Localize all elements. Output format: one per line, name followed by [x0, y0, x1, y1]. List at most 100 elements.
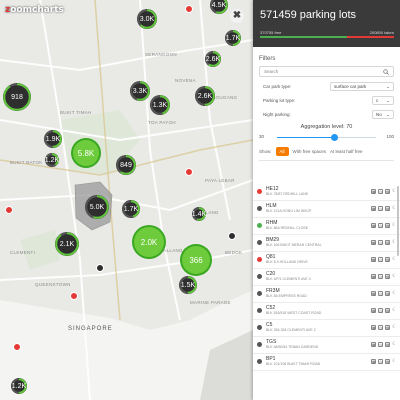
cluster-count: 1.2K	[11, 382, 27, 390]
map-district-label: QUEENSTOWN	[35, 282, 71, 287]
car-park-address: BLK 48/50/54 TEBAN GARDENS	[266, 345, 319, 349]
map-cluster[interactable]: 1.3K	[150, 95, 170, 115]
list-item[interactable]: TGS BLK 48/50/54 TEBAN GARDENS ▦ ◷ ▤ ☾	[253, 337, 400, 354]
map-pin-full[interactable]	[70, 292, 78, 300]
status-dot	[257, 257, 262, 262]
gantry-icon: ▦	[371, 223, 376, 228]
night-parking-select[interactable]: No ⌄	[372, 110, 394, 119]
cluster-count: 5.8K	[77, 148, 95, 158]
list-item-text: C5 BLK 326-334 CLEMENTI AVE 2	[266, 322, 371, 332]
map-cluster[interactable]: 918	[3, 83, 31, 111]
map-pin[interactable]	[228, 232, 236, 240]
map-cluster[interactable]: 3.0K	[137, 9, 157, 29]
list-item-text: FR3M BLK 8A EMPRESS ROAD	[266, 288, 371, 298]
cluster-count: 849	[120, 161, 132, 169]
status-dot	[257, 240, 262, 245]
map-cluster[interactable]: 4.5K	[210, 0, 228, 14]
map-cluster[interactable]: 366	[182, 246, 210, 274]
show-all-button[interactable]: All	[275, 147, 289, 156]
map-cluster[interactable]: 1.9K	[44, 130, 62, 148]
map-district-label: CLEMENTI	[10, 250, 36, 255]
feature-icons: ▦ ◷ ▤ ☾	[371, 274, 397, 279]
map-cluster[interactable]: 849	[116, 155, 136, 175]
status-dot	[257, 291, 262, 296]
filters-title: Filters	[259, 56, 276, 62]
map-cluster[interactable]: 3.3K	[130, 81, 150, 101]
map-cluster[interactable]: 5.0K	[85, 195, 109, 219]
clock-icon: ◷	[378, 359, 383, 364]
map-cluster[interactable]: 2.6K	[205, 51, 221, 67]
car-park-address: BLK 86A REDHILL CLOSE	[266, 226, 309, 230]
list-item[interactable]: HE12 BLK 78/87 REDHILL LANE ▦ ◷ ▤ ☾	[253, 184, 400, 201]
filters-section: Filters Search Car park type: surface ca…	[253, 47, 400, 161]
feature-icons: ▦ ◷ ▤ ☾	[371, 240, 397, 245]
map-district-label: HOUGANG	[212, 95, 238, 100]
map-district-label: PAYA LEBAR	[205, 178, 235, 183]
moon-icon: ☾	[392, 256, 397, 262]
close-icon[interactable]: ✖	[230, 9, 244, 23]
map-pin-full[interactable]	[185, 5, 193, 13]
free-bar	[260, 36, 348, 38]
list-item[interactable]: C20 BLK 4/F/1 CLEMENTI AVE 3 ▦ ◷ ▤ ☾	[253, 269, 400, 286]
map-cluster[interactable]: 2.1K	[55, 232, 79, 256]
show-free-option[interactable]: With free spaces	[293, 149, 327, 154]
list-item[interactable]: Q81 BLK 8-9 HOLLAND DRIVE ▦ ◷ ▤ ☾	[253, 252, 400, 269]
parking-list[interactable]: HE12 BLK 78/87 REDHILL LANE ▦ ◷ ▤ ☾ HLM BLK 121…	[253, 184, 400, 400]
feature-icons: ▦ ◷ ▤ ☾	[371, 189, 397, 194]
car-park-address: BLK 165 BUKIT MERAH CENTRAL	[266, 243, 322, 247]
slider-track[interactable]	[277, 133, 376, 141]
map-area[interactable]: zoomcharts ✖ NOVENA GEYLANG KALLANG SINGAPO…	[0, 0, 253, 400]
map-cluster[interactable]: 1.5K	[179, 276, 197, 294]
list-item[interactable]: BM29 BLK 165 BUKIT MERAH CENTRAL ▦ ◷ ▤ ☾	[253, 235, 400, 252]
gantry-icon: ▦	[371, 308, 376, 313]
list-item[interactable]: HLM BLK 121A HONG LIM WSCP ▦ ◷ ▤ ☾	[253, 201, 400, 218]
map-cluster[interactable]: 1.4K	[192, 207, 206, 221]
cluster-count: 1.4K	[191, 210, 207, 218]
list-item-text: BM29 BLK 165 BUKIT MERAH CENTRAL	[266, 237, 371, 247]
list-item[interactable]: C52 BLK 516/518 WEST COAST ROAD ▦ ◷ ▤ ☾	[253, 303, 400, 320]
car-park-type-select[interactable]: surface car park ⌄	[330, 82, 394, 91]
feature-icons: ▦ ◷ ▤ ☾	[371, 342, 397, 347]
gantry-icon: ▦	[371, 291, 376, 296]
feature-icons: ▦ ◷ ▤ ☾	[371, 325, 397, 330]
chevron-down-icon: ⌄	[386, 111, 390, 117]
map-cluster[interactable]: 1.2K	[45, 153, 59, 167]
clock-icon: ◷	[378, 189, 383, 194]
clock-icon: ◷	[378, 223, 383, 228]
parking-lot-type-select[interactable]: c ⌄	[372, 96, 394, 105]
map-pin-full[interactable]	[5, 206, 13, 214]
car-park-address: BLK 8-9 HOLLAND DRIVE	[266, 260, 308, 264]
map-cluster[interactable]: 5.8K	[73, 140, 99, 166]
show-half-option[interactable]: At least half free	[330, 149, 363, 154]
coupon-icon: ▤	[385, 359, 390, 364]
map-pin-full[interactable]	[13, 343, 21, 351]
coupon-icon: ▤	[385, 325, 390, 330]
list-item[interactable]: FR3M BLK 8A EMPRESS ROAD ▦ ◷ ▤ ☾	[253, 286, 400, 303]
moon-icon: ☾	[392, 324, 397, 330]
aggregation-label: Aggregation level: 70	[300, 124, 353, 130]
list-item[interactable]: C5 BLK 326-334 CLEMENTI AVE 2 ▦ ◷ ▤ ☾	[253, 320, 400, 337]
night-parking-label: Night parking:	[263, 112, 291, 117]
map-cluster[interactable]: 1.7K	[225, 30, 241, 46]
list-scrollbar[interactable]	[397, 186, 399, 256]
slider-handle[interactable]	[330, 133, 338, 141]
status-dot	[257, 189, 262, 194]
list-item[interactable]: BP1 BLK 101/108 BUKIT TIMAH ROAD ▦ ◷ ▤ ☾	[253, 354, 400, 371]
map-cluster[interactable]: 2.6K	[195, 86, 215, 106]
cluster-count: 1.9K	[45, 135, 61, 143]
list-item[interactable]: RHM BLK 86A REDHILL CLOSE ▦ ◷ ▤ ☾	[253, 218, 400, 235]
aggregation-slider[interactable]: 30 100	[259, 133, 394, 141]
cluster-count: 1.3K	[152, 101, 168, 109]
search-input[interactable]: Search	[259, 66, 394, 77]
status-dot	[257, 223, 262, 228]
car-park-address: BLK 101/108 BUKIT TIMAH ROAD	[266, 362, 321, 366]
map-pin[interactable]	[96, 264, 104, 272]
clock-icon: ◷	[378, 240, 383, 245]
map-pin-full[interactable]	[185, 168, 193, 176]
map-cluster[interactable]: 2.0K	[134, 227, 164, 257]
map-cluster[interactable]: 1.7K	[122, 200, 140, 218]
cluster-count: 5.0K	[89, 203, 105, 211]
map-cluster[interactable]: 1.2K	[11, 378, 27, 394]
cluster-count: 3.3K	[132, 87, 148, 95]
clock-icon: ◷	[378, 206, 383, 211]
